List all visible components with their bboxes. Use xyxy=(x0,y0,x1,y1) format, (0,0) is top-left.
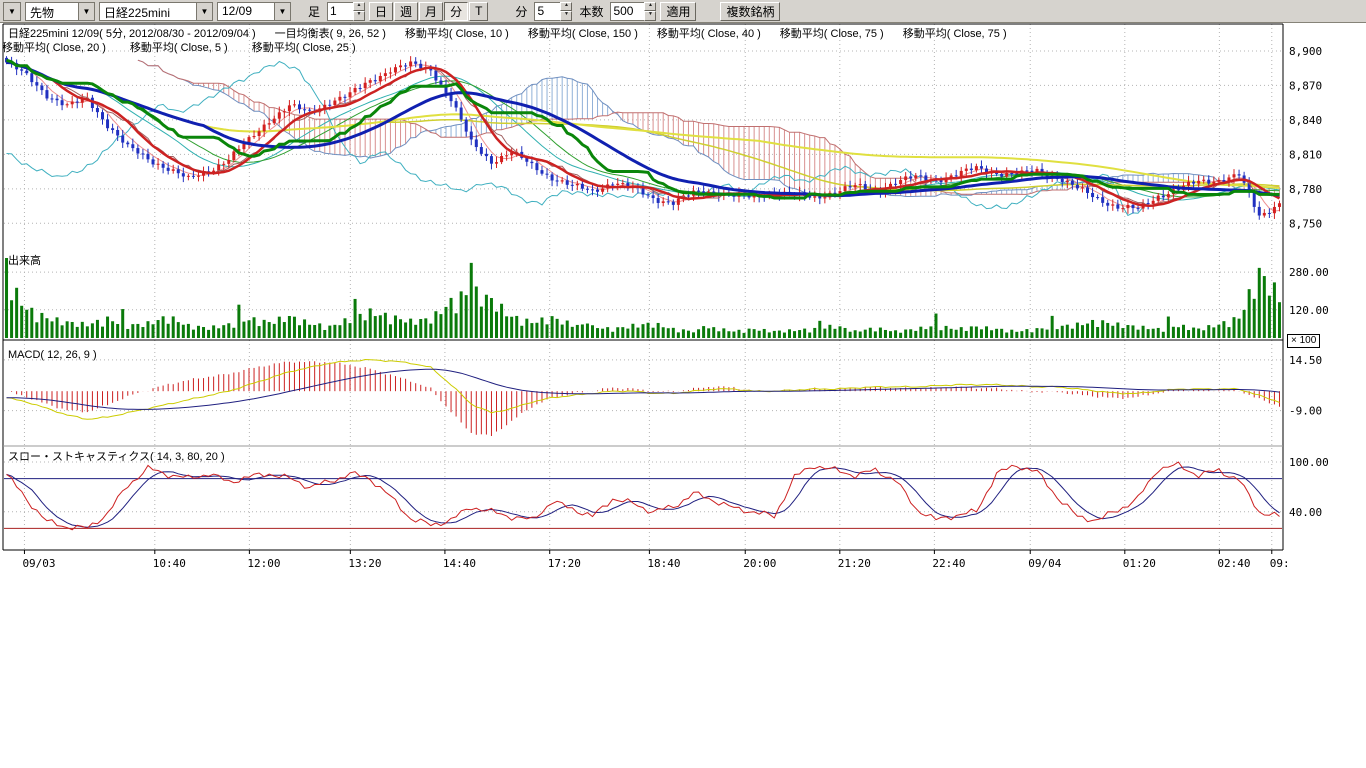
svg-text:10:40: 10:40 xyxy=(153,557,186,570)
legend-item: 移動平均( Close, 40 ) xyxy=(657,25,761,41)
legend-item: 移動平均( Close, 25 ) xyxy=(252,39,356,55)
svg-text:280.00: 280.00 xyxy=(1289,266,1329,279)
svg-text:09/04: 09/04 xyxy=(1028,557,1061,570)
legend-item: 移動平均( Close, 10 ) xyxy=(405,25,509,41)
chart-canvas[interactable]: 8,900 8,870 8,840 8,810 8,780 8,750 280.00 120.… xyxy=(0,0,1366,768)
legend-item: 移動平均( Close, 75 ) xyxy=(780,25,884,41)
legend-item: 移動平均( Close, 150 ) xyxy=(528,25,638,41)
svg-text:18:40: 18:40 xyxy=(647,557,680,570)
svg-text:02:40: 02:40 xyxy=(1217,557,1250,570)
svg-text:22:40: 22:40 xyxy=(932,557,965,570)
svg-text:21:20: 21:20 xyxy=(838,557,871,570)
svg-text:17:20: 17:20 xyxy=(548,557,581,570)
macd-panel-title: MACD( 12, 26, 9 ) xyxy=(8,349,97,361)
svg-text:8,750: 8,750 xyxy=(1289,217,1322,230)
legend-item: 移動平均( Close, 5 ) xyxy=(130,39,228,55)
svg-text:40.00: 40.00 xyxy=(1289,506,1322,519)
legend-item: 移動平均( Close, 75 ) xyxy=(903,25,1007,41)
stoch-panel-title: スロー・ストキャスティクス( 14, 3, 80, 20 ) xyxy=(8,448,225,464)
svg-text:13:20: 13:20 xyxy=(348,557,381,570)
svg-text:8,840: 8,840 xyxy=(1289,114,1322,127)
volume-scale-box: × 100 xyxy=(1287,334,1320,348)
svg-text:09/03: 09/03 xyxy=(22,557,55,570)
volume-panel-title: 出来高 xyxy=(8,252,41,268)
legend-row-2: 移動平均( Close, 20 ) 移動平均( Close, 5 ) 移動平均( C… xyxy=(2,39,380,55)
svg-text:-9.00: -9.00 xyxy=(1289,405,1322,418)
svg-text:01:20: 01:20 xyxy=(1123,557,1156,570)
svg-text:120.00: 120.00 xyxy=(1289,304,1329,317)
svg-text:100.00: 100.00 xyxy=(1289,456,1329,469)
svg-text:20:00: 20:00 xyxy=(743,557,776,570)
svg-text:14.50: 14.50 xyxy=(1289,354,1322,367)
svg-text:8,780: 8,780 xyxy=(1289,183,1322,196)
svg-text:8,900: 8,900 xyxy=(1289,45,1322,58)
svg-text:12:00: 12:00 xyxy=(247,557,280,570)
svg-text:09:: 09: xyxy=(1270,557,1290,570)
svg-text:8,810: 8,810 xyxy=(1289,148,1322,161)
svg-text:14:40: 14:40 xyxy=(443,557,476,570)
svg-text:8,870: 8,870 xyxy=(1289,79,1322,92)
legend-item: 移動平均( Close, 20 ) xyxy=(2,39,106,55)
